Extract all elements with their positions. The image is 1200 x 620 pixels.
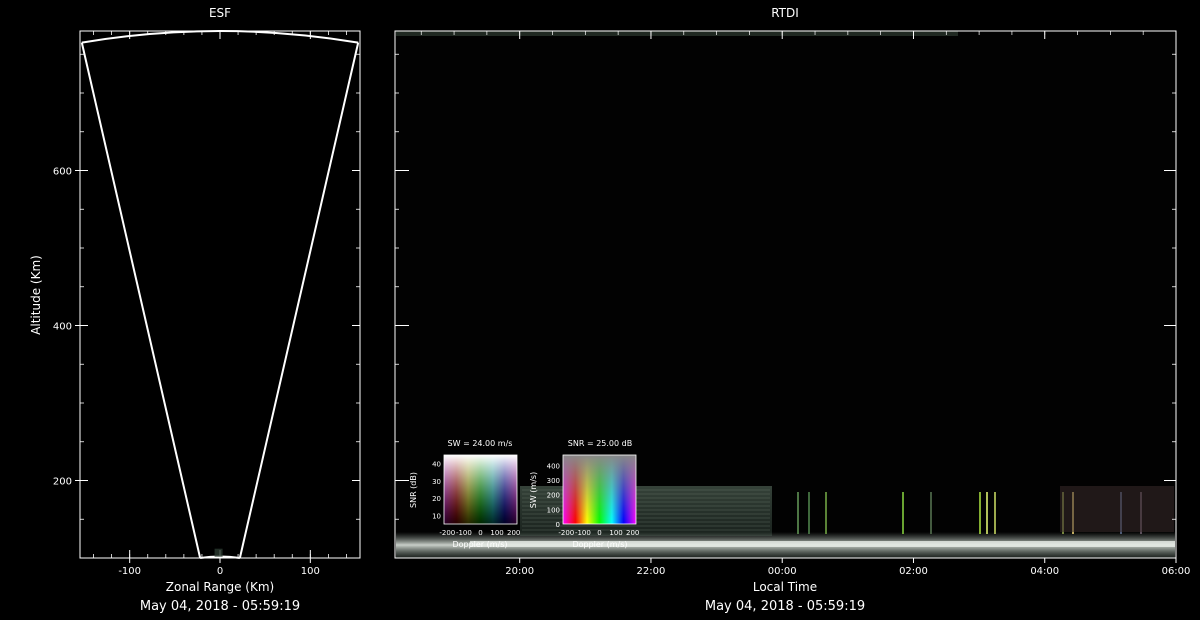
esf-x-tick-label: 0 [217, 566, 223, 577]
echo-streak [825, 492, 827, 534]
esf-xlabel: Zonal Range (Km) [166, 580, 274, 594]
inset2-ylabel: SW (m/s) [529, 472, 538, 508]
rtdi-top-edge-noise [396, 31, 958, 36]
inset-x-tick-label: 0 [478, 529, 482, 537]
echo-streak [808, 492, 810, 534]
inset-y-tick-label: 30 [432, 478, 441, 486]
esf-y-tick-label: 600 [53, 167, 72, 178]
inset2-title: SNR = 25.00 dB [568, 439, 632, 448]
inset-y-tick-label: 200 [547, 492, 560, 500]
inset1-title: SW = 24.00 m/s [448, 439, 513, 448]
rtdi-xlabel: Local Time [753, 580, 817, 594]
figure: ESF -100 0 100200400600 Zonal Range (Km) A… [29, 6, 1191, 614]
inset2-xlabel: Doppler (m/s) [572, 540, 627, 549]
esf-beam-outline [80, 30, 360, 559]
esf-y-tick-label: 200 [53, 477, 72, 488]
inset-y-tick-label: 300 [547, 477, 560, 485]
esf-x-tick-label: 100 [301, 566, 320, 577]
inset-x-tick-label: 0 [597, 529, 601, 537]
esf-y-tick-label: 400 [53, 322, 72, 333]
esf-ticks: -100 0 100 200 400 600 [53, 31, 360, 577]
inset-y-tick-label: 20 [432, 495, 441, 503]
inset-x-tick-label: -100 [456, 529, 472, 537]
inset-x-tick-label: 200 [507, 529, 520, 537]
esf-date: May 04, 2018 - 05:59:19 [140, 599, 300, 614]
esf-x-tick-label: -100 [118, 566, 141, 577]
inset-x-tick-label: 100 [609, 529, 622, 537]
inset-y-tick-label: 100 [547, 506, 560, 514]
rtdi-right-patch [1060, 486, 1174, 532]
esf-echo-blob [214, 548, 223, 557]
rtdi-title: RTDI [771, 6, 799, 20]
echo-streak [930, 492, 932, 534]
inset-x-tick-label: -100 [575, 529, 591, 537]
esf-ylabel: Altitude (Km) [29, 255, 43, 335]
inset-y-tick-label: 10 [432, 512, 441, 520]
inset-x-tick-label: 200 [626, 529, 639, 537]
echo-streak [994, 492, 996, 534]
echo-streak [902, 492, 904, 534]
inset-x-tick-label: 100 [490, 529, 503, 537]
inset1-xlabel: Doppler (m/s) [452, 540, 507, 549]
rtdi-date: May 04, 2018 - 05:59:19 [705, 599, 865, 614]
echo-streak [986, 492, 988, 534]
inset-y-tick-label: 40 [432, 461, 441, 469]
esf-panel: ESF -100 0 100 200 400 600 Zonal Range (Km) A… [29, 6, 361, 614]
inset-x-tick-label: -200 [558, 529, 574, 537]
esf-axes-frame [79, 30, 361, 559]
inset-x-tick-label: -200 [439, 529, 455, 537]
inset1-black-fade [444, 455, 517, 524]
rtdi-x-tick-label: 00:00 [768, 566, 797, 577]
beam-right-edge [238, 42, 360, 559]
rtdi-panel: RTDI 20:00 22:00 00:00 02:00 04:00 06:00 SW =… [394, 6, 1191, 614]
beam-left-edge [80, 42, 202, 559]
inset-y-tick-label: 400 [547, 462, 560, 470]
echo-streak [797, 492, 799, 534]
rtdi-x-tick-label: 02:00 [899, 566, 928, 577]
rtdi-x-tick-label: 06:00 [1162, 566, 1191, 577]
echo-streak [979, 492, 981, 534]
rtdi-x-tick-label: 04:00 [1030, 566, 1059, 577]
inset2-grey-fade [563, 455, 636, 524]
inset1-ylabel: SNR (dB) [409, 472, 418, 508]
rtdi-x-tick-label: 20:00 [505, 566, 534, 577]
inset-y-tick-label: 0 [556, 521, 560, 529]
esf-title: ESF [209, 6, 231, 20]
rtdi-x-tick-label: 22:00 [637, 566, 666, 577]
